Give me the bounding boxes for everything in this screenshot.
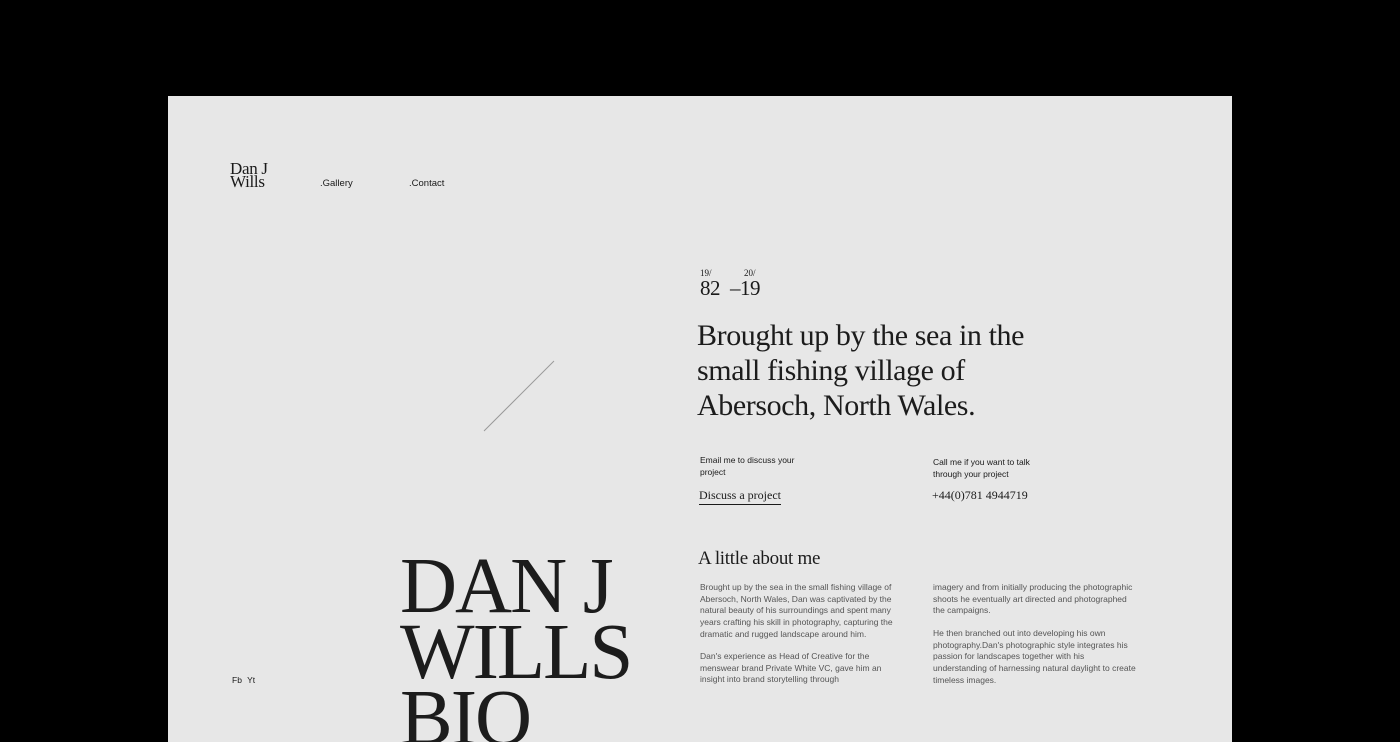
end-year: 20/ –19 (730, 268, 761, 300)
facebook-link[interactable]: Fb (232, 675, 242, 685)
about-col2-para2: He then branched out into developing his… (933, 628, 1136, 685)
about-col1-para1: Brought up by the sea in the small fishi… (700, 582, 893, 639)
about-title: A little about me (698, 548, 821, 569)
logo-line-2: Wills (230, 172, 265, 191)
start-year-suffix: 82 (700, 276, 721, 300)
bio-big-title: DAN J WILLS BIO (400, 547, 633, 742)
about-col2-para1: imagery and from initially producing the… (933, 582, 1133, 616)
bio-page: Dan J Wills .Gallery .Contact 19/ 82 20/… (168, 96, 1232, 742)
start-year: 19/ 82 (700, 268, 721, 300)
discuss-project-link[interactable]: Discuss a project (699, 488, 781, 505)
logo[interactable]: Dan J Wills (230, 160, 268, 191)
about-col1-para2: Dan's experience as Head of Creative for… (700, 651, 882, 685)
email-caption: Email me to discuss your project (700, 455, 795, 477)
youtube-link[interactable]: Yt (247, 675, 255, 685)
nav-contact-link[interactable]: .Contact (409, 178, 444, 189)
social-links: Fb Yt (232, 675, 258, 685)
nav-gallery-link[interactable]: .Gallery (320, 178, 353, 189)
diagonal-line-decoration (483, 360, 555, 432)
hero-headline: Brought up by the sea in the small fishi… (697, 319, 1025, 422)
end-year-suffix: –19 (730, 276, 761, 300)
call-caption: Call me if you want to talk through your… (933, 457, 1030, 479)
phone-number[interactable]: +44(0)781 4944719 (932, 488, 1028, 503)
